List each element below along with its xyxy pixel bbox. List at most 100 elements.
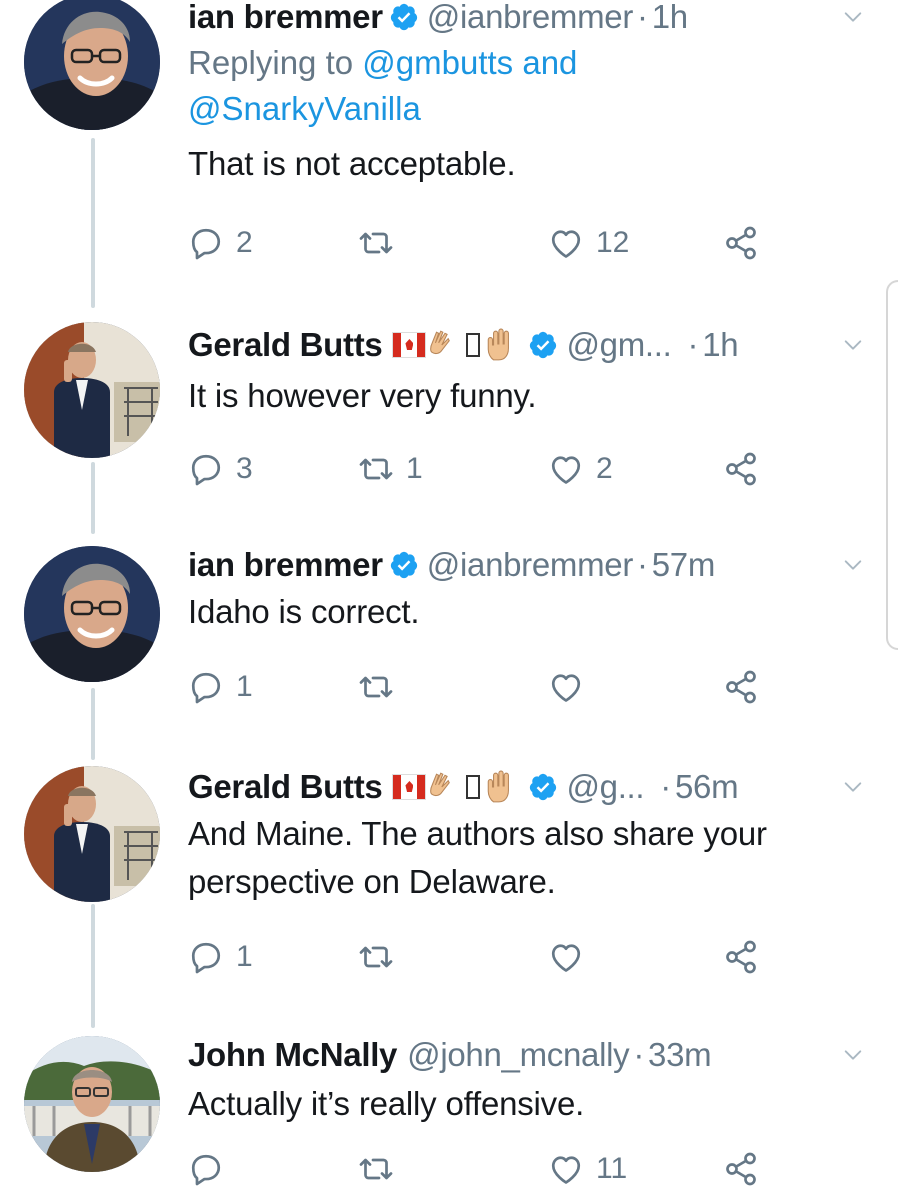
avatar[interactable] (24, 546, 160, 682)
chevron-down-icon[interactable] (842, 776, 864, 798)
raised-hand-icon (484, 328, 518, 362)
retweet-button[interactable] (358, 1144, 406, 1194)
display-name[interactable]: ian bremmer (188, 0, 383, 36)
username[interactable]: @john_mcnally (407, 1036, 630, 1074)
like-button[interactable] (548, 662, 596, 712)
mention-link[interactable]: @gmbutts and (362, 44, 577, 81)
heart-icon (548, 225, 584, 261)
timestamp[interactable]: 1h (702, 326, 738, 364)
tweet-text: And Maine. The authors also share your p… (188, 810, 767, 906)
tweet-text-line: perspective on Delaware. (188, 863, 556, 900)
like-button[interactable]: 11 (548, 1144, 627, 1194)
chevron-down-icon[interactable] (842, 1044, 864, 1066)
tweet-header: Gerald Butts @gm... · 1h (188, 320, 739, 370)
canada-flag-icon (392, 774, 427, 800)
reply-icon (188, 669, 224, 705)
retweet-button[interactable] (358, 932, 406, 982)
retweet-button[interactable]: 1 (358, 444, 423, 494)
tweet-text: Actually it’s really offensive. (188, 1085, 585, 1122)
display-name[interactable]: ian bremmer (188, 546, 383, 584)
like-button[interactable]: 12 (548, 218, 629, 268)
verified-badge-icon (528, 772, 558, 802)
missing-glyph-icon (466, 775, 481, 799)
tweet-actions: 11 (188, 1144, 768, 1194)
separator: · (687, 326, 699, 363)
username[interactable]: @ianbremmer (427, 0, 634, 36)
tweet[interactable]: Gerald Butts @g... · 56m And Maine. The … (0, 762, 898, 1012)
verified-badge-icon (528, 330, 558, 360)
reply-button[interactable] (188, 1144, 236, 1194)
avatar[interactable] (24, 0, 160, 130)
reply-button[interactable]: 2 (188, 218, 253, 268)
share-icon (723, 1151, 759, 1187)
username[interactable]: @gm... (566, 326, 671, 364)
tweet-header: ian bremmer @ianbremmer · 1h (188, 0, 688, 42)
reply-count: 1 (236, 940, 253, 973)
share-button[interactable] (723, 1144, 771, 1194)
display-name[interactable]: Gerald Butts (188, 326, 383, 364)
tweet[interactable]: ian bremmer @ianbremmer · 57m Idaho is c… (0, 540, 898, 730)
tweet[interactable]: John McNally @john_mcnally · 33m Actuall… (0, 1030, 898, 1200)
tweet[interactable]: ian bremmer @ianbremmer · 1h Replying to… (0, 0, 898, 292)
tweet-text-line: And Maine. The authors also share your (188, 815, 767, 852)
avatar-image (24, 322, 160, 458)
share-icon (723, 939, 759, 975)
replying-to-label: Replying to (188, 44, 354, 81)
timestamp[interactable]: 1h (652, 0, 688, 36)
raised-hands-icon (428, 770, 462, 804)
tweet[interactable]: Gerald Butts @gm... · 1h It is however v… (0, 320, 898, 520)
retweet-count: 1 (406, 452, 423, 485)
timestamp[interactable]: 56m (675, 768, 739, 806)
tweet-actions: 1 (188, 662, 768, 712)
tweet-text: It is however very funny. (188, 377, 537, 414)
tweet-text: That is not acceptable. (188, 145, 516, 182)
separator: · (637, 546, 648, 583)
chevron-down-icon[interactable] (842, 334, 864, 356)
share-icon (723, 225, 759, 261)
raised-hands-icon (428, 328, 462, 362)
chevron-down-icon[interactable] (842, 554, 864, 576)
reply-icon (188, 225, 224, 261)
separator: · (660, 768, 671, 805)
share-button[interactable] (723, 662, 771, 712)
share-icon (723, 451, 759, 487)
heart-icon (548, 669, 584, 705)
display-name[interactable]: John McNally (188, 1036, 397, 1074)
reply-icon (188, 1151, 224, 1187)
tweet-text: Idaho is correct. (188, 593, 420, 630)
like-count: 12 (596, 226, 630, 259)
username[interactable]: @ianbremmer (427, 546, 634, 584)
share-button[interactable] (723, 444, 771, 494)
retweet-icon (358, 669, 394, 705)
separator: · (633, 1036, 645, 1073)
reply-button[interactable]: 3 (188, 444, 253, 494)
retweet-button[interactable] (358, 218, 406, 268)
avatar[interactable] (24, 766, 160, 902)
verified-badge-icon (389, 2, 419, 32)
reply-button[interactable]: 1 (188, 662, 253, 712)
timestamp[interactable]: 57m (652, 546, 716, 584)
separator: · (637, 0, 648, 35)
avatar-image (24, 546, 160, 682)
avatar[interactable] (24, 1036, 160, 1172)
reply-count: 2 (236, 226, 253, 259)
username[interactable]: @g... (566, 768, 644, 806)
retweet-button[interactable] (358, 662, 406, 712)
display-name[interactable]: Gerald Butts (188, 768, 383, 806)
like-button[interactable] (548, 932, 596, 982)
retweet-icon (358, 451, 394, 487)
retweet-icon (358, 939, 394, 975)
reply-button[interactable]: 1 (188, 932, 253, 982)
avatar[interactable] (24, 322, 160, 458)
share-button[interactable] (723, 218, 771, 268)
heart-icon (548, 451, 584, 487)
timestamp[interactable]: 33m (648, 1036, 712, 1074)
mention-link[interactable]: @SnarkyVanilla (188, 90, 421, 127)
reply-count: 3 (236, 452, 253, 485)
chevron-down-icon[interactable] (842, 6, 864, 28)
tweet-header: John McNally @john_mcnally · 33m (188, 1030, 712, 1080)
like-button[interactable]: 2 (548, 444, 613, 494)
tweet-actions: 1 (188, 932, 768, 982)
avatar-image (24, 0, 160, 130)
share-button[interactable] (723, 932, 771, 982)
